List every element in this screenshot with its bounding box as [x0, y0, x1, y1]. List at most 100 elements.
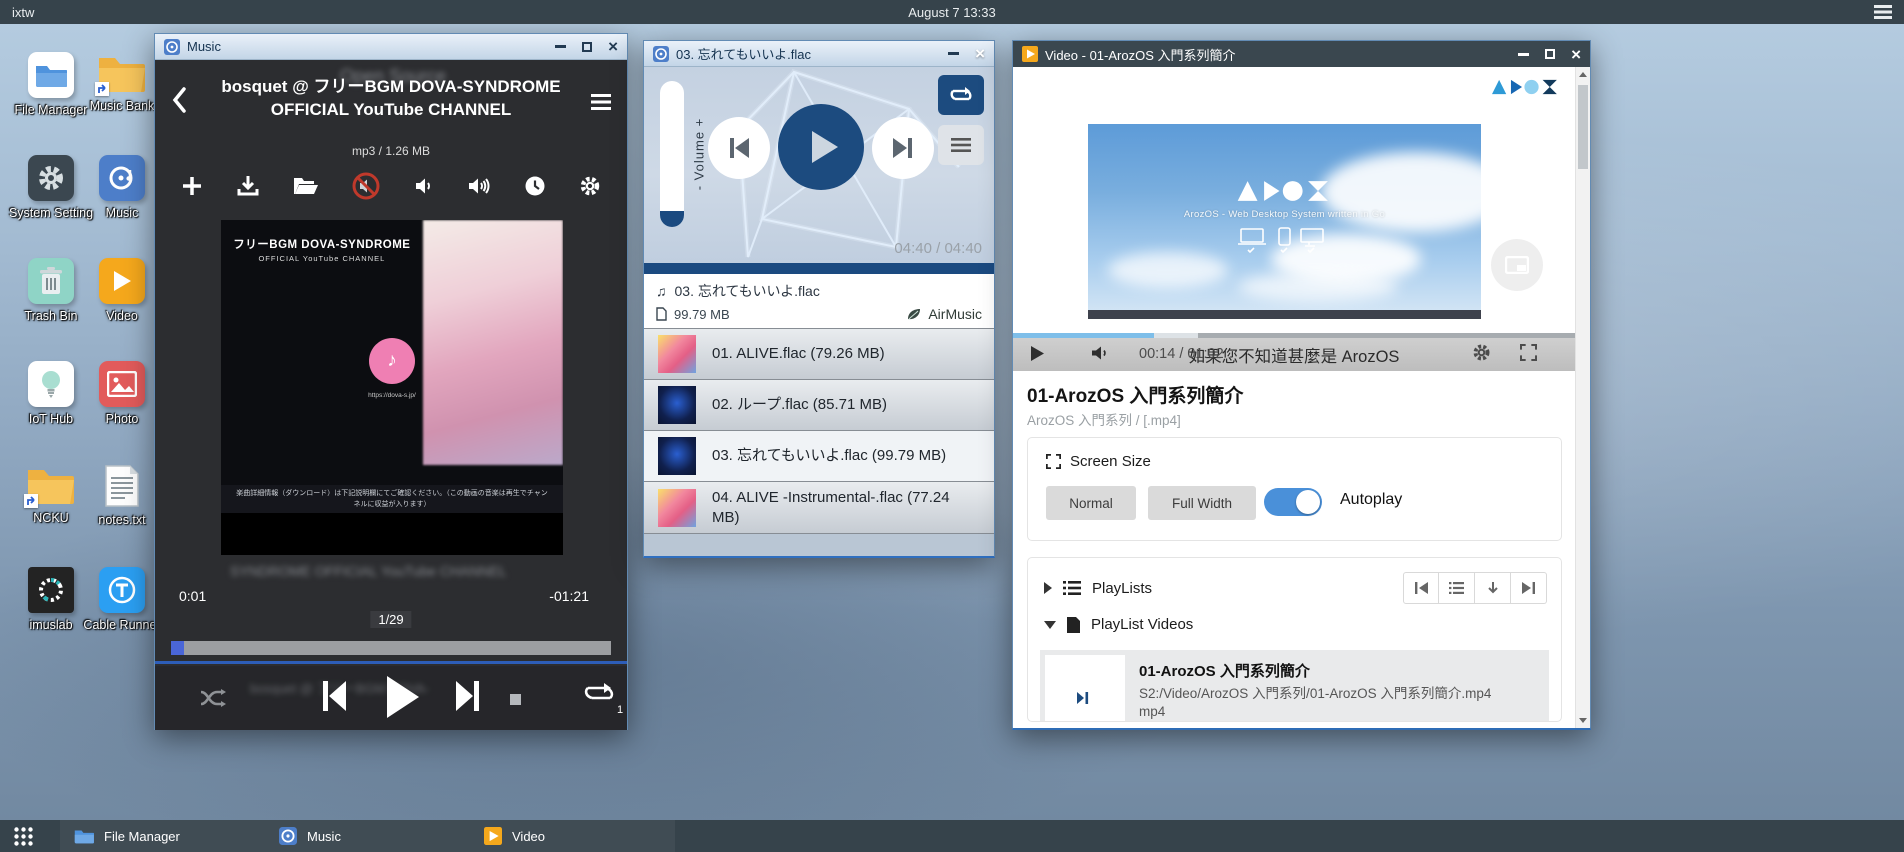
volume-down-button[interactable] — [414, 176, 434, 196]
music-app-icon — [279, 827, 297, 845]
download-video-button[interactable] — [1475, 572, 1511, 604]
time-elapsed: 0:01 — [179, 588, 206, 604]
taskbar-item-file-manager[interactable]: File Manager — [60, 820, 265, 852]
music-disc-icon — [99, 155, 145, 201]
open-folder-button[interactable] — [293, 176, 319, 196]
video-time: 00:14 / 01:02 — [1139, 346, 1224, 362]
hostname-label: ixtw — [12, 5, 34, 20]
video-settings-button[interactable] — [1472, 343, 1491, 362]
track-title: bosquet @ フリーBGM DOVA-SYNDROME OFFICIAL … — [210, 76, 572, 122]
music-note-icon: ♫ — [656, 283, 667, 299]
playlist-list-button[interactable] — [1439, 572, 1475, 604]
seek-handle[interactable] — [171, 641, 184, 655]
repeat-mode-button[interactable] — [938, 75, 984, 115]
airmusic-button[interactable]: AirMusic — [906, 306, 982, 322]
skip-to-end-button[interactable] — [1511, 572, 1547, 604]
previous-track-button[interactable] — [708, 117, 770, 179]
skip-to-start-button[interactable] — [1403, 572, 1439, 604]
screen-size-card: Screen Size Normal Full Width Autoplay — [1027, 437, 1562, 541]
stop-button[interactable] — [510, 694, 521, 705]
now-playing-title: 03. 忘れてもいいよ.flac — [675, 281, 820, 301]
repeat-button[interactable] — [583, 680, 615, 706]
video-window-titlebar[interactable]: Video - 01-ArozOS 入門系列簡介 × — [1013, 41, 1590, 67]
time-remaining: -01:21 — [549, 588, 589, 604]
playlist-row[interactable]: 01. ALIVE.flac (79.26 MB) — [644, 328, 994, 379]
list-icon — [1063, 581, 1081, 595]
normal-size-button[interactable]: Normal — [1046, 486, 1136, 520]
history-button[interactable] — [524, 175, 546, 197]
seek-bar[interactable] — [171, 641, 611, 655]
video-progress-bar[interactable] — [1013, 333, 1575, 338]
cloud — [1108, 252, 1228, 288]
track-format: mp3 / 1.26 MB — [155, 144, 627, 158]
playlists-section-toggle[interactable]: PlayLists — [1044, 580, 1152, 597]
close-button[interactable]: × — [975, 45, 985, 62]
volume-label: - Volume + — [692, 118, 707, 191]
fullscreen-button[interactable] — [1520, 344, 1537, 361]
play-pause-button[interactable] — [778, 104, 864, 190]
video-frame[interactable]: ArozOS - Web Desktop System written in G… — [1088, 124, 1481, 319]
flac-player-area: - Volume + 04:40 / 04:40 — [644, 67, 994, 263]
playlist-row-current[interactable]: 03. 忘れてもいいよ.flac (99.79 MB) — [644, 430, 994, 481]
video-overlay: ArozOS - Web Desktop System written in G… — [1088, 180, 1481, 253]
album-thumbnail — [658, 335, 696, 373]
volume-up-button[interactable] — [467, 176, 491, 196]
arozos-logo-white-icon — [1237, 180, 1333, 202]
maximize-button[interactable] — [1545, 49, 1555, 59]
playlist-row[interactable]: 04. ALIVE -Instrumental-.flac (77.24 MB) — [644, 481, 994, 533]
progress-bar[interactable] — [644, 263, 994, 274]
picture-in-picture-button[interactable] — [1491, 239, 1543, 291]
next-track-button[interactable] — [872, 117, 934, 179]
full-width-button[interactable]: Full Width — [1148, 486, 1256, 520]
flac-player-window: 03. 忘れてもいいよ.flac × - Volume + — [643, 40, 995, 558]
taskbar-item-label: File Manager — [104, 829, 180, 844]
volume-slider[interactable] — [660, 81, 684, 227]
maximize-button[interactable] — [582, 42, 592, 52]
menu-icon[interactable] — [591, 94, 611, 110]
window-title: Video - 01-ArozOS 入門系列簡介 — [1045, 45, 1511, 64]
clock-label: August 7 13:33 — [908, 5, 995, 20]
taskbar: File Manager Music Video — [0, 820, 1904, 852]
cloud — [1238, 272, 1398, 302]
minimize-button[interactable] — [1518, 53, 1529, 56]
settings-button[interactable] — [579, 175, 601, 197]
video-volume-button[interactable] — [1091, 345, 1109, 361]
add-button[interactable] — [181, 175, 203, 197]
video-play-button[interactable] — [1031, 346, 1044, 361]
playlist-videos-section-toggle[interactable]: PlayList Videos — [1044, 616, 1193, 633]
taskbar-item-music[interactable]: Music — [265, 820, 470, 852]
play-icon — [812, 131, 838, 163]
top-menu-button[interactable] — [1874, 5, 1892, 19]
window-title: 03. 忘れてもいいよ.flac — [676, 44, 941, 63]
top-bar: ixtw August 7 13:33 — [0, 0, 1904, 24]
flac-window-titlebar[interactable]: 03. 忘れてもいいよ.flac × — [644, 41, 994, 67]
playlist-empty-area — [644, 533, 994, 556]
scrollbar-thumb[interactable] — [1578, 85, 1588, 169]
playlist-video-item[interactable]: 01-ArozOS 入門系列簡介 S2:/Video/ArozOS 入門系列/0… — [1040, 650, 1549, 722]
playlists-label: PlayLists — [1092, 580, 1152, 597]
arozos-logo-icon — [1492, 79, 1560, 95]
playlist-videos-label: PlayList Videos — [1091, 616, 1193, 633]
play-button[interactable] — [387, 676, 419, 718]
shuffle-button[interactable] — [199, 688, 227, 708]
minimize-button[interactable] — [948, 52, 959, 55]
next-button[interactable] — [455, 679, 481, 713]
close-button[interactable]: × — [608, 38, 618, 55]
music-window-titlebar[interactable]: Music × — [155, 34, 627, 60]
playlist-row[interactable]: 02. ループ.flac (85.71 MB) — [644, 379, 994, 430]
taskbar-item-video[interactable]: Video — [470, 820, 675, 852]
minimize-button[interactable] — [555, 45, 566, 48]
playlist-menu-button[interactable] — [938, 125, 984, 165]
app-grid-button[interactable] — [14, 827, 33, 846]
scroll-down-icon[interactable] — [1576, 713, 1590, 728]
previous-button[interactable] — [321, 679, 347, 713]
video-thumbnail-placeholder — [1045, 655, 1125, 722]
mute-button[interactable] — [352, 172, 380, 200]
scrollbar[interactable] — [1575, 67, 1590, 728]
back-button[interactable] — [171, 86, 187, 114]
autoplay-toggle[interactable] — [1264, 488, 1322, 516]
download-button[interactable] — [236, 175, 260, 197]
video-control-bar: 如果您不知道甚麼是 ArozOS 00:14 / 01:02 — [1013, 333, 1575, 371]
scroll-up-icon[interactable] — [1576, 67, 1590, 82]
close-button[interactable]: × — [1571, 46, 1581, 63]
